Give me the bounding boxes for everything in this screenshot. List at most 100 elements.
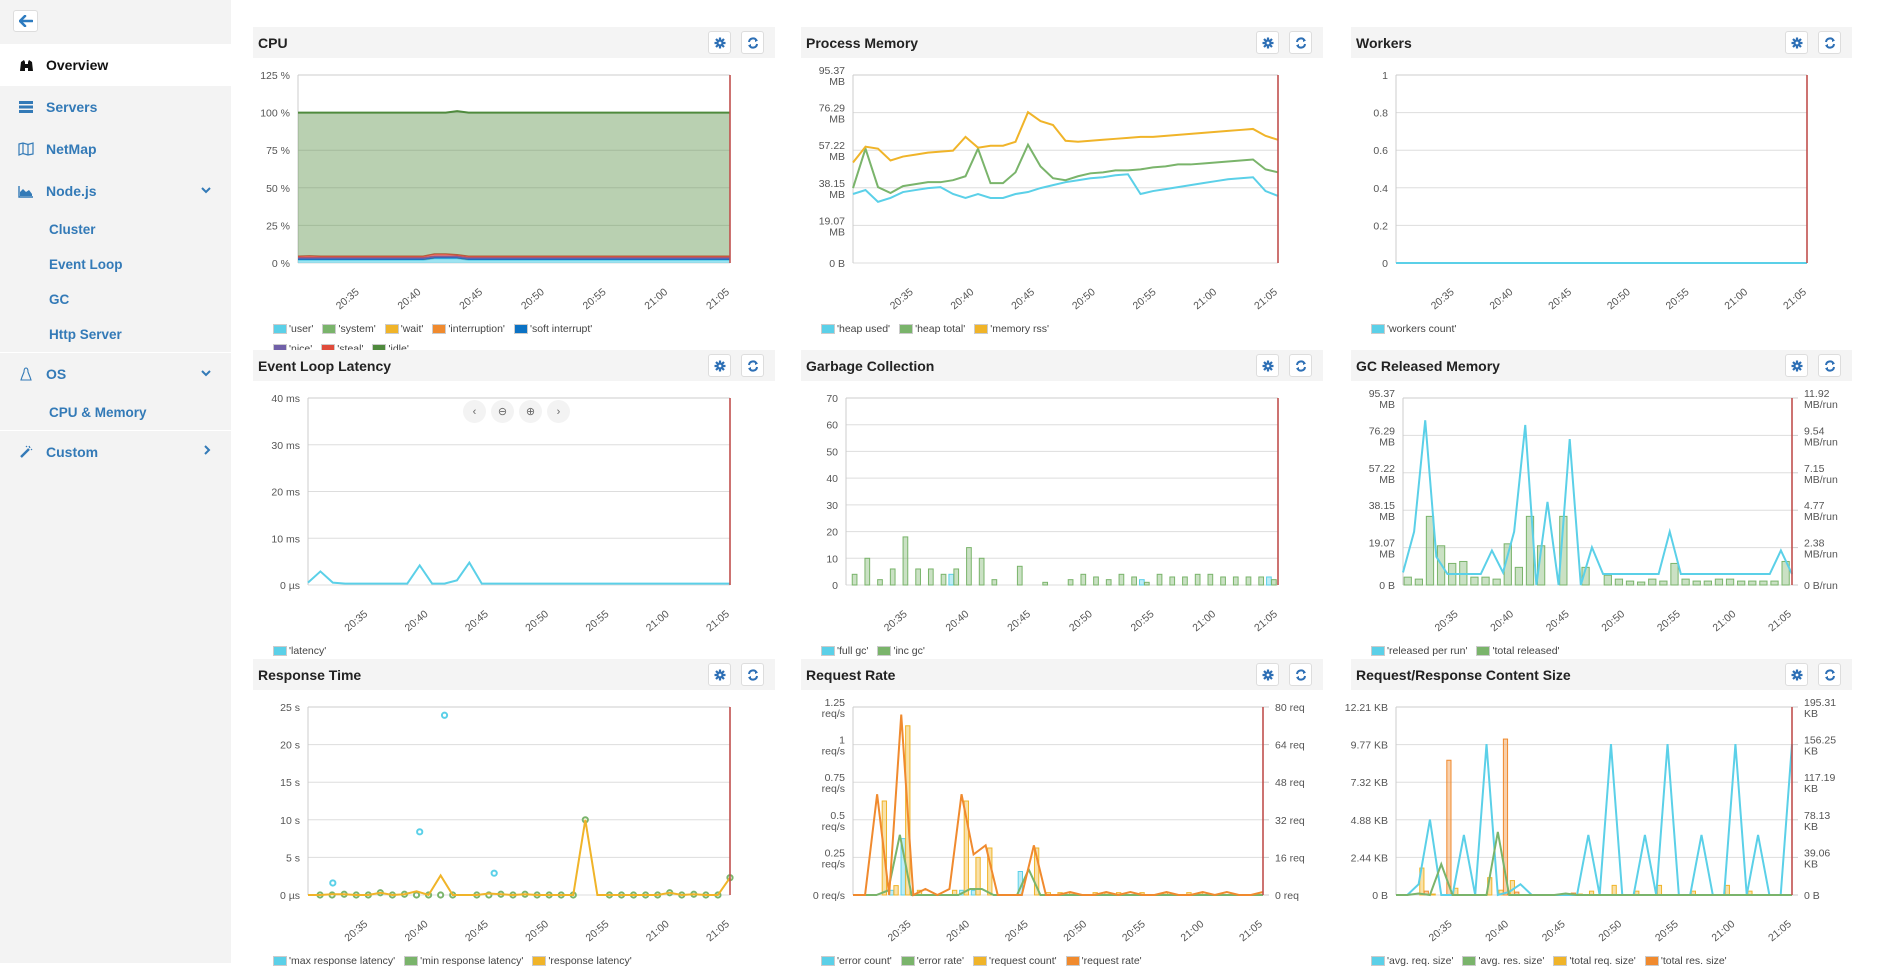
- y2-tick-label: 16 req: [1275, 852, 1305, 864]
- legend-label: 'user': [289, 323, 314, 335]
- legend-item[interactable]: 'total res. size': [1644, 955, 1727, 967]
- y2-tick-label: 64 req: [1275, 740, 1305, 752]
- legend-item[interactable]: 'workers count': [1371, 323, 1456, 335]
- y2-tick-label: 32 req: [1275, 815, 1305, 827]
- y2-tick-label: 2.38 MB/run: [1804, 538, 1838, 561]
- sidebar-subitem-http-server[interactable]: Http Server: [0, 317, 231, 352]
- y-tick-label: 9.77 KB: [1351, 740, 1388, 752]
- chart-size: 0 B 2.44 KB 4.88 KB 7.32 KB 9.77 KB 12.21 KB 0…: [1345, 697, 1836, 944]
- sidebar-item-custom[interactable]: Custom: [0, 431, 231, 473]
- legend-item[interactable]: 'released per run': [1371, 645, 1467, 657]
- sidebar-item-servers[interactable]: Servers: [0, 86, 231, 128]
- legend-item[interactable]: 'error rate': [900, 955, 964, 967]
- y-tick-label: 76.29 MB: [1369, 425, 1395, 448]
- bar-total-req--size: [1430, 893, 1436, 896]
- x-tick-label: 20:50: [519, 286, 547, 312]
- x-tick-label: 20:45: [1005, 608, 1033, 634]
- legend-item[interactable]: 'error count': [821, 955, 892, 967]
- x-tick-label: 20:50: [523, 918, 551, 944]
- legend-label: 'workers count': [1387, 323, 1457, 335]
- legend-label: 'request count': [989, 955, 1057, 967]
- x-tick-label: 21:00: [1191, 286, 1219, 312]
- sidebar-item-netmap[interactable]: NetMap: [0, 128, 231, 170]
- y-tick-label: 30: [826, 500, 838, 512]
- chart-mem: 0 B 19.07 MB 38.15 MB 57.22 MB 76.29 MB 95.37 MB 20…: [819, 65, 1280, 312]
- sidebar-subitem-gc[interactable]: GC: [0, 282, 231, 317]
- area-line: [298, 110, 730, 114]
- y-tick-label: 0.25 req/s: [822, 847, 846, 870]
- legend-item[interactable]: 'full gc': [821, 645, 868, 657]
- series-line-2: [852, 110, 1279, 164]
- legend-item[interactable]: 'avg. res. size': [1462, 955, 1544, 967]
- legend-item[interactable]: 'latency': [273, 645, 326, 657]
- legend-item[interactable]: 'avg. req. size': [1371, 955, 1453, 967]
- x-tick-label: 20:55: [1131, 286, 1159, 312]
- bar-inc-gc: [877, 579, 883, 586]
- legend-item[interactable]: 'request count': [973, 955, 1057, 967]
- legend-label: 'system': [338, 323, 376, 335]
- legend-item[interactable]: 'min response latency': [404, 955, 523, 967]
- zoom-in-button[interactable]: ⊕: [519, 400, 542, 423]
- y-tick-label: 76.29 MB: [819, 103, 845, 126]
- bar-inc-gc: [1093, 576, 1099, 586]
- x-tick-label: 20:40: [403, 608, 431, 634]
- sidebar-item-os[interactable]: OS: [0, 353, 231, 395]
- series-line-1: [852, 142, 1279, 195]
- sidebar-subitem-cpu-memory[interactable]: CPU & Memory: [0, 395, 231, 430]
- legend-item[interactable]: 'heap total': [899, 323, 965, 335]
- y-tick-label: 75 %: [266, 145, 290, 157]
- x-tick-label: 21:05: [704, 286, 732, 312]
- bar-total-released: [1637, 581, 1646, 586]
- chart-workers: 0 0.2 0.4 0.6 0.8 1 20:35 20:40 20:45 20:50 20:55 2…: [1373, 70, 1809, 312]
- chart-legend: 'latency': [273, 645, 753, 657]
- y2-tick-label: 11.92 MB/run: [1804, 388, 1838, 411]
- y-tick-label: 1.25 req/s: [822, 697, 846, 720]
- chart-gcmem: 0 B 19.07 MB 38.15 MB 57.22 MB 76.29 MB 95.37 MB 0 …: [1369, 388, 1838, 634]
- chart-legend: 'full gc' 'inc gc': [821, 645, 1301, 657]
- x-tick-label: 20:40: [1488, 608, 1516, 634]
- legend-item[interactable]: 'memory rss': [974, 323, 1049, 335]
- x-tick-label: 21:05: [1252, 286, 1280, 312]
- y-tick-label: 19.07 MB: [1369, 538, 1395, 561]
- pan-left-button[interactable]: ‹: [463, 400, 486, 423]
- legend-swatch: [821, 646, 835, 656]
- x-tick-label: 20:55: [1655, 608, 1683, 634]
- legend-item[interactable]: 'total released': [1476, 645, 1560, 657]
- legend-swatch: [322, 324, 337, 334]
- chart-panel-mem: Process Memory 0 B 19.07 MB 38.15 MB 57.22 MB 76…: [801, 27, 1323, 335]
- x-tick-label: 20:40: [949, 286, 977, 312]
- legend-swatch: [1371, 956, 1385, 966]
- legend-item[interactable]: 'max response latency': [273, 955, 395, 967]
- legend-item[interactable]: 'heap used': [821, 323, 890, 335]
- legend-item[interactable]: 'response latency': [532, 955, 632, 967]
- bar-inc-gc: [851, 573, 858, 586]
- legend-item[interactable]: 'system': [322, 323, 376, 335]
- bar-error-count: [970, 889, 977, 896]
- legend-item[interactable]: 'user': [273, 323, 313, 335]
- y-tick-label: 57.22 MB: [1369, 463, 1395, 486]
- legend-item[interactable]: 'interruption': [432, 323, 505, 335]
- x-tick-label: 20:45: [457, 286, 485, 312]
- sidebar-subitem-cluster[interactable]: Cluster: [0, 212, 231, 247]
- legend-item[interactable]: 'soft interrupt': [513, 323, 592, 335]
- bar-inc-gc: [864, 557, 871, 586]
- zoom-out-button[interactable]: ⊖: [491, 400, 514, 423]
- collapse-sidebar-button[interactable]: [13, 10, 38, 32]
- sidebar-item-label: Servers: [46, 99, 98, 115]
- y-tick-label: 70: [826, 393, 838, 405]
- bar-inc-gc: [1194, 573, 1201, 586]
- legend-item[interactable]: 'request rate': [1065, 955, 1142, 967]
- bar-inc-gc: [1156, 573, 1163, 586]
- sidebar-item-overview[interactable]: Overview: [0, 44, 231, 86]
- bar-inc-gc: [1220, 576, 1226, 586]
- legend-item[interactable]: 'wait': [384, 323, 423, 335]
- chart-legend: 'workers count': [1371, 323, 1851, 335]
- y2-tick-label: 0 B: [1804, 890, 1820, 902]
- y-tick-label: 10 ms: [271, 533, 300, 545]
- sidebar-item-nodejs[interactable]: Node.js: [0, 170, 231, 212]
- sidebar-subitem-event-loop[interactable]: Event Loop: [0, 247, 231, 282]
- legend-item[interactable]: 'inc gc': [877, 645, 925, 657]
- legend-item[interactable]: 'total req. size': [1553, 955, 1636, 967]
- x-tick-label: 20:35: [342, 918, 370, 944]
- pan-right-button[interactable]: ›: [547, 400, 570, 423]
